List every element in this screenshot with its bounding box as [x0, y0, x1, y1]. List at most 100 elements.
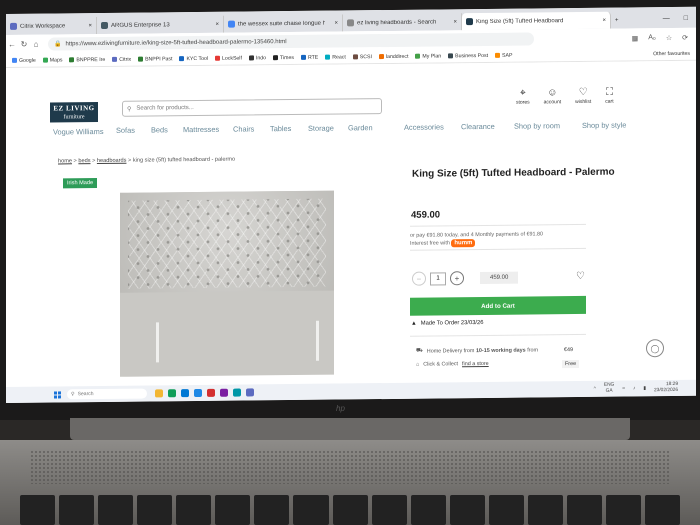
- maximize-icon[interactable]: □: [684, 15, 688, 22]
- header-cart[interactable]: ⛶ cart: [605, 87, 614, 105]
- browser-tab[interactable]: the wessex suite chaise longue h ×: [224, 14, 343, 33]
- headboard-leg-right: [316, 320, 319, 361]
- humm-logo[interactable]: humm: [451, 239, 476, 248]
- apps-icon[interactable]: ▦: [632, 34, 639, 42]
- close-tab-icon[interactable]: ×: [596, 17, 606, 23]
- header-icon-label: cart: [605, 98, 614, 105]
- excel-icon[interactable]: [168, 389, 176, 398]
- outlook-icon[interactable]: [181, 389, 189, 398]
- volume-icon[interactable]: ♪: [633, 386, 635, 391]
- language-indicator[interactable]: ENG GA: [604, 383, 614, 395]
- refresh-alt-icon[interactable]: ⟳: [682, 33, 688, 41]
- nav-item[interactable]: Beds: [151, 125, 168, 134]
- close-tab-icon[interactable]: ×: [82, 23, 92, 29]
- header-icons: ⌖ stores ☺ account ♡ wishlist ⛶ cart: [516, 87, 614, 106]
- wifi-icon[interactable]: ≈: [622, 386, 625, 391]
- header-wishlist[interactable]: ♡ wishlist: [575, 87, 591, 105]
- breadcrumb-item[interactable]: headboards: [97, 158, 127, 164]
- powerpoint-icon[interactable]: [207, 388, 215, 397]
- product-image[interactable]: [120, 190, 334, 377]
- irish-made-badge: Irish Made: [63, 178, 98, 189]
- bookmark-item[interactable]: Google: [12, 57, 36, 63]
- bookmark-item[interactable]: KYC Tool: [179, 55, 208, 62]
- header-account[interactable]: ☺ account: [544, 87, 562, 105]
- bookmark-item[interactable]: SAP: [495, 52, 512, 58]
- favourite-star-icon[interactable]: ☆: [666, 34, 672, 42]
- nav-item[interactable]: Garden: [348, 123, 373, 132]
- bookmark-item[interactable]: landdirect: [378, 53, 408, 60]
- logo-text: EZ LIVING: [53, 104, 95, 113]
- bookmark-item[interactable]: Indo: [248, 55, 266, 61]
- wishlist-heart-icon[interactable]: ♡: [576, 271, 585, 282]
- refresh-icon[interactable]: ↻: [18, 40, 30, 49]
- new-tab-button[interactable]: +: [611, 12, 623, 29]
- qty-increase-button[interactable]: +: [450, 271, 464, 286]
- bookmark-label: My Plan: [422, 52, 442, 60]
- other-favourites[interactable]: Other favourites: [653, 50, 696, 56]
- window-controls[interactable]: — □: [663, 15, 696, 28]
- browser-tab[interactable]: ez living headboards - Search ×: [343, 13, 462, 32]
- teams-icon[interactable]: [220, 388, 228, 397]
- bookmark-item[interactable]: My Plan: [415, 53, 441, 59]
- tab-label: ez living headboards - Search: [357, 18, 437, 26]
- bookmark-favicon-icon: [215, 55, 220, 61]
- back-icon[interactable]: ←: [6, 40, 18, 49]
- chat-icon[interactable]: ◯: [646, 339, 664, 358]
- qty-decrease-button[interactable]: −: [412, 271, 426, 286]
- nav-item[interactable]: Storage: [308, 124, 334, 133]
- nav-item[interactable]: Accessories: [404, 122, 444, 131]
- nav-item[interactable]: Vogue Williams: [53, 127, 104, 137]
- qty-input[interactable]: 1: [430, 271, 446, 286]
- bookmark-item[interactable]: BNPPI Past: [138, 56, 172, 62]
- bookmark-item[interactable]: BNPPRE Ire: [69, 56, 105, 63]
- bookmark-item[interactable]: LockSelf: [215, 55, 242, 61]
- chevron-up-icon[interactable]: ^: [594, 386, 596, 391]
- nav-item[interactable]: Sofas: [116, 126, 135, 135]
- windows-start-icon[interactable]: [54, 390, 61, 398]
- taskbar-search[interactable]: ⚲ Search: [67, 388, 147, 400]
- nav-item[interactable]: Shop by room: [514, 121, 560, 130]
- close-tab-icon[interactable]: ×: [209, 21, 219, 27]
- header-stores[interactable]: ⌖ stores: [516, 88, 530, 106]
- tab-label: Citrix Workspace: [20, 22, 66, 30]
- breadcrumb-item[interactable]: beds: [78, 158, 90, 164]
- nav-item[interactable]: Chairs: [233, 124, 254, 133]
- bookmark-label: KYC Tool: [186, 55, 208, 62]
- url-field[interactable]: 🔒 https://www.ezlivingfurniture.ie/king-…: [48, 32, 534, 51]
- bookmark-item[interactable]: Citrix: [112, 56, 131, 62]
- nav-item[interactable]: Clearance: [461, 122, 495, 131]
- bookmark-item[interactable]: Business Post: [448, 52, 488, 59]
- clock[interactable]: 18:29 23/02/2026: [654, 382, 678, 394]
- bookmark-favicon-icon: [352, 54, 358, 60]
- battery-icon[interactable]: ▮: [643, 386, 646, 391]
- bookmark-item[interactable]: Maps: [42, 57, 62, 63]
- bookmark-item[interactable]: Times: [273, 54, 294, 61]
- ez-living-logo[interactable]: EZ LIVING furniture: [50, 102, 98, 123]
- close-tab-icon[interactable]: ×: [447, 19, 457, 25]
- divider: [410, 247, 586, 251]
- file-explorer-icon[interactable]: [155, 389, 163, 398]
- citrix-icon[interactable]: [246, 388, 254, 397]
- nav-item[interactable]: Shop by style: [582, 121, 626, 130]
- bookmark-item[interactable]: RTE: [300, 54, 318, 60]
- close-tab-icon[interactable]: ×: [328, 20, 338, 26]
- tab-favicon-icon: [466, 18, 473, 26]
- home-icon[interactable]: ⌂: [30, 40, 42, 49]
- add-to-cart-button[interactable]: Add to Cart: [410, 295, 586, 316]
- bookmark-favicon-icon: [415, 53, 421, 59]
- browser-tab[interactable]: King Size (5ft) Tufted Headboard ×: [462, 11, 611, 31]
- browser-tab[interactable]: ARGUS Enterprise 13 ×: [97, 15, 224, 35]
- word-icon[interactable]: [194, 388, 202, 398]
- site-search-input[interactable]: ⚲ Search for products...: [122, 98, 382, 117]
- edge-icon[interactable]: [233, 388, 241, 397]
- breadcrumb-item[interactable]: home: [58, 158, 72, 164]
- read-aloud-icon[interactable]: A₀: [648, 34, 656, 42]
- delivery-prefix: Home Delivery from: [426, 347, 475, 355]
- minimize-icon[interactable]: —: [663, 15, 670, 22]
- browser-tab[interactable]: Citrix Workspace ×: [6, 17, 97, 35]
- bookmark-item[interactable]: SCSI: [352, 54, 372, 60]
- bookmark-item[interactable]: React: [325, 54, 346, 60]
- nav-item[interactable]: Tables: [270, 124, 291, 133]
- nav-item[interactable]: Mattresses: [183, 125, 219, 134]
- find-store-link[interactable]: find a store: [462, 361, 489, 367]
